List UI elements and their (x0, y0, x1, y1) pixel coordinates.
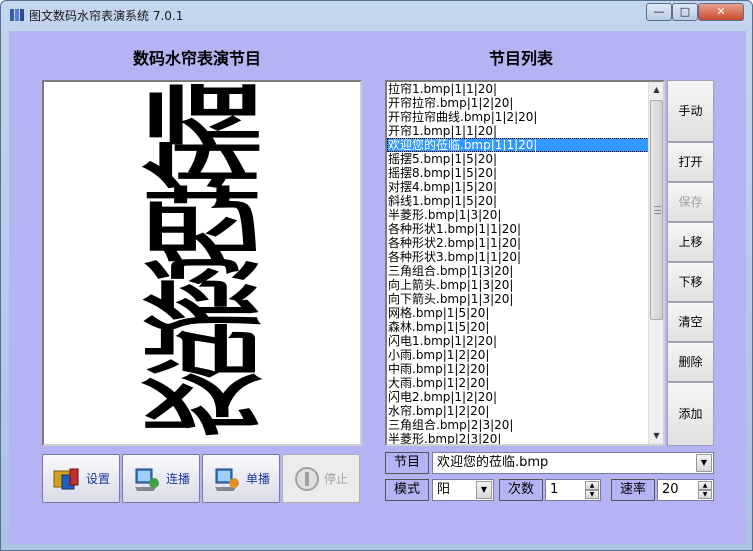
list-item[interactable]: 网格.bmp|1|5|20| (387, 306, 649, 320)
list-item[interactable]: 向上箭头.bmp|1|3|20| (387, 278, 649, 292)
settings-label: 设置 (85, 472, 110, 486)
count-stepper[interactable]: 1 ▲ ▼ (545, 479, 601, 501)
list-item[interactable]: 开帘拉帘曲线.bmp|1|2|20| (387, 110, 649, 124)
mode-label: 模式 (385, 479, 429, 501)
preview-display: 临莅的您迎欢 (42, 80, 362, 446)
list-item[interactable]: 半菱形.bmp|2|3|20| (387, 432, 649, 444)
save-button[interactable]: 保存 (667, 182, 714, 222)
list-item[interactable]: 欢迎您的莅临.bmp|1|1|20| (387, 138, 649, 152)
open-button[interactable]: 打开 (667, 142, 714, 182)
list-item[interactable]: 水帘.bmp|1|2|20| (387, 404, 649, 418)
list-item[interactable]: 中雨.bmp|1|2|20| (387, 362, 649, 376)
list-item[interactable]: 开帘拉帘.bmp|1|2|20| (387, 96, 649, 110)
title-bar[interactable]: 图文数码水帘表演系统 7.0.1 — □ ✕ (1, 1, 752, 29)
speed-value: 20 (662, 482, 679, 497)
list-item[interactable]: 三角组合.bmp|1|3|20| (387, 264, 649, 278)
minimize-button[interactable]: — (646, 3, 672, 21)
single-play-label: 单播 (245, 472, 270, 486)
manual-button[interactable]: 手动 (667, 80, 714, 142)
playlist-scrollbar[interactable]: ▲ ▼ (648, 82, 663, 444)
scroll-thumb[interactable] (650, 100, 663, 320)
client-area: 数码水帘表演节目 节目列表 临莅的您迎欢 设置 连播 单播 停止 拉帘1.bmp… (9, 31, 746, 544)
list-item[interactable]: 拉帘1.bmp|1|1|20| (387, 82, 649, 96)
list-item[interactable]: 向下箭头.bmp|1|3|20| (387, 292, 649, 306)
preview-text-graphic: 临莅的您迎欢 (140, 82, 264, 439)
move-up-button[interactable]: 上移 (667, 222, 714, 262)
list-item[interactable]: 闪电2.bmp|1|2|20| (387, 390, 649, 404)
list-item[interactable]: 三角组合.bmp|2|3|20| (387, 418, 649, 432)
playlist-box[interactable]: 拉帘1.bmp|1|1|20| 开帘拉帘.bmp|1|2|20| 开帘拉帘曲线.bm… (385, 80, 665, 446)
list-item[interactable]: 摇摆8.bmp|1|5|20| (387, 166, 649, 180)
speed-stepper[interactable]: 20 ▲ ▼ (657, 479, 714, 501)
count-spin-icon[interactable]: ▲ ▼ (585, 481, 599, 499)
program-select[interactable]: 欢迎您的莅临.bmp ▼ (432, 452, 714, 474)
display-heading: 数码水帘表演节目 (133, 49, 262, 68)
preview-char: 欢 (140, 365, 264, 439)
maximize-button[interactable]: □ (672, 3, 698, 21)
speed-spin-icon[interactable]: ▲ ▼ (698, 481, 712, 499)
program-dropdown-icon[interactable]: ▼ (696, 454, 712, 472)
list-item[interactable]: 各种形状1.bmp|1|1|20| (387, 222, 649, 236)
stop-label: 停止 (323, 472, 348, 486)
program-label: 节目 (385, 452, 429, 474)
list-item[interactable]: 各种形状2.bmp|1|1|20| (387, 236, 649, 250)
list-item[interactable]: 摇摆5.bmp|1|5|20| (387, 152, 649, 166)
mode-dropdown-icon[interactable]: ▼ (476, 481, 492, 499)
program-value: 欢迎您的莅临.bmp (437, 455, 549, 470)
loop-play-label: 连播 (165, 472, 190, 486)
stop-icon (294, 466, 319, 491)
list-item[interactable]: 闪电1.bmp|1|2|20| (387, 334, 649, 348)
mode-value: 阳 (437, 482, 451, 497)
settings-button[interactable]: 设置 (42, 454, 120, 503)
stop-button[interactable]: 停止 (282, 454, 360, 503)
list-item[interactable]: 森林.bmp|1|5|20| (387, 320, 649, 334)
app-icon (9, 7, 25, 23)
move-down-button[interactable]: 下移 (667, 262, 714, 302)
list-item[interactable]: 对摆4.bmp|1|5|20| (387, 180, 649, 194)
playlist-items[interactable]: 拉帘1.bmp|1|1|20| 开帘拉帘.bmp|1|2|20| 开帘拉帘曲线.bm… (387, 82, 649, 444)
scroll-up-arrow-icon[interactable]: ▲ (649, 82, 664, 98)
app-window: 图文数码水帘表演系统 7.0.1 — □ ✕ 数码水帘表演节目 节目列表 临莅的… (0, 0, 753, 551)
clear-button[interactable]: 清空 (667, 302, 714, 342)
action-buttons: 手动 打开 保存 上移 下移 清空 删除 添加 (667, 80, 714, 446)
delete-button[interactable]: 删除 (667, 342, 714, 382)
playlist-heading: 节目列表 (489, 49, 554, 68)
speed-label: 速率 (611, 479, 655, 501)
add-button[interactable]: 添加 (667, 382, 714, 446)
list-item[interactable]: 各种形状3.bmp|1|1|20| (387, 250, 649, 264)
list-item[interactable]: 开帘1.bmp|1|1|20| (387, 124, 649, 138)
loop-play-icon (134, 468, 159, 491)
list-item[interactable]: 斜线1.bmp|1|5|20| (387, 194, 649, 208)
mode-select[interactable]: 阳 ▼ (432, 479, 494, 501)
list-item[interactable]: 半菱形.bmp|1|3|20| (387, 208, 649, 222)
scroll-down-arrow-icon[interactable]: ▼ (649, 428, 664, 444)
single-play-icon (214, 468, 239, 491)
list-item[interactable]: 大雨.bmp|1|2|20| (387, 376, 649, 390)
close-button[interactable]: ✕ (698, 3, 744, 21)
list-item[interactable]: 小雨.bmp|1|2|20| (387, 348, 649, 362)
window-title: 图文数码水帘表演系统 7.0.1 (29, 9, 184, 23)
single-play-button[interactable]: 单播 (202, 454, 280, 503)
settings-icon (53, 468, 79, 489)
loop-play-button[interactable]: 连播 (122, 454, 200, 503)
count-label: 次数 (499, 479, 543, 501)
count-value: 1 (550, 482, 559, 497)
